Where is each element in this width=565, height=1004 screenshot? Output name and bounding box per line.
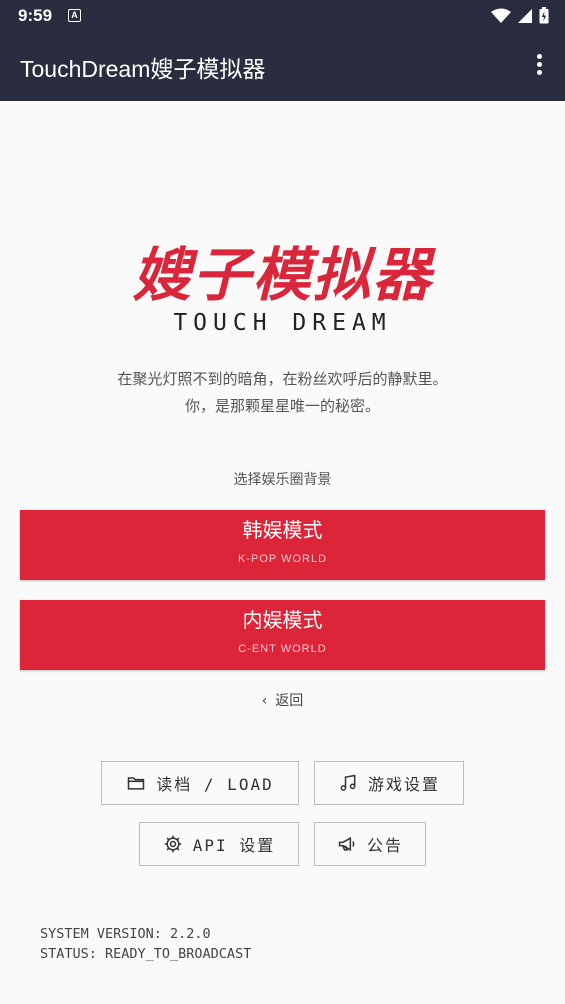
announcement-button[interactable]: 公告 [314, 822, 426, 866]
gear-icon [164, 835, 182, 853]
chevron-left-icon: ‹ [261, 693, 268, 709]
load-button[interactable]: 读档 / LOAD [101, 761, 299, 805]
system-status: STATUS: READY_TO_BROADCAST [40, 946, 252, 962]
load-label: 读档 / LOAD [156, 775, 274, 794]
mode-select-label: 选择娱乐圈背景 [233, 472, 332, 488]
cent-mode-sublabel: C-ENT WORLD [238, 643, 327, 655]
tagline: 在聚光灯照不到的暗角，在粉丝欢呼后的静默里。 你，是那颗星星唯一的秘密。 [0, 366, 565, 420]
game-settings-button[interactable]: 游戏设置 [314, 761, 464, 805]
cent-mode-button[interactable]: 内娱模式 C-ENT WORLD [20, 600, 545, 670]
tagline-line-1: 在聚光灯照不到的暗角，在粉丝欢呼后的静默里。 [117, 370, 448, 388]
kpop-mode-button[interactable]: 韩娱模式 K-POP WORLD [20, 510, 545, 580]
api-settings-label: API 设置 [192, 836, 276, 855]
back-button[interactable]: ‹ 返回 [0, 690, 565, 710]
back-label: 返回 [275, 693, 304, 709]
music-note-icon [340, 774, 356, 791]
status-time: 9:59 [18, 6, 53, 25]
kpop-mode-label: 韩娱模式 [242, 518, 323, 542]
notification-icon: A [68, 9, 81, 22]
game-settings-label: 游戏设置 [367, 775, 440, 794]
kpop-mode-sublabel: K-POP WORLD [237, 553, 328, 565]
battery-icon [539, 7, 549, 24]
cent-mode-label: 内娱模式 [242, 608, 323, 632]
wifi-icon [491, 8, 511, 23]
api-settings-button[interactable]: API 设置 [139, 822, 299, 866]
logo-title: 嫂子模拟器 [132, 241, 433, 309]
system-version: SYSTEM VERSION: 2.2.0 [40, 926, 211, 942]
system-icons [491, 7, 549, 24]
megaphone-icon [338, 836, 355, 852]
app-bar: TouchDream嫂子模拟器 [0, 32, 565, 101]
system-info: SYSTEM VERSION: 2.2.0 STATUS: READY_TO_B… [40, 924, 251, 964]
app-title: TouchDream嫂子模拟器 [20, 56, 266, 82]
logo-subtitle: TOUCH DREAM [173, 310, 392, 336]
announcement-label: 公告 [366, 836, 403, 855]
status-bar: 9:59 A [0, 0, 565, 32]
signal-icon [518, 8, 532, 23]
tagline-line-2: 你，是那颗星星唯一的秘密。 [184, 397, 380, 415]
folder-icon [128, 777, 145, 790]
overflow-menu-icon[interactable] [531, 54, 547, 80]
